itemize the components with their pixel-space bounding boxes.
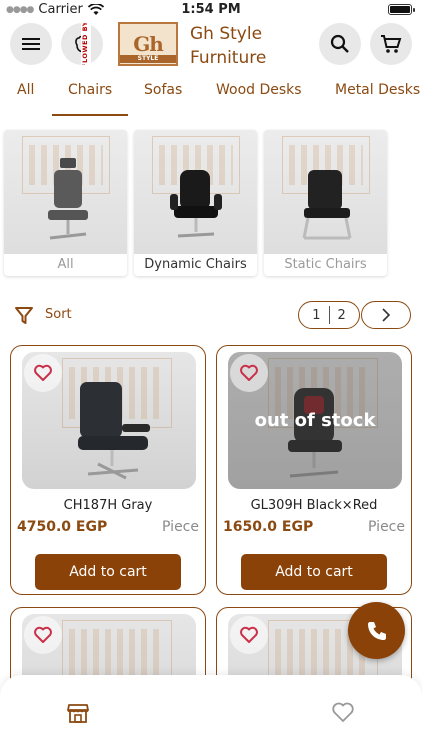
heart-icon bbox=[240, 626, 258, 643]
heart-icon bbox=[34, 626, 52, 643]
total-pages: 2 bbox=[337, 307, 346, 323]
page-divider bbox=[328, 306, 330, 324]
menu-icon bbox=[22, 38, 40, 50]
product-image bbox=[22, 352, 196, 489]
favorite-button[interactable] bbox=[24, 616, 62, 654]
tab-sofas[interactable]: Sofas bbox=[144, 82, 182, 98]
subcategory-image bbox=[134, 130, 257, 254]
office-chair-image bbox=[302, 170, 352, 240]
tab-all[interactable]: All bbox=[17, 82, 34, 98]
active-tab-indicator bbox=[52, 114, 128, 116]
product-card[interactable]: out of stock GL309H Black×Red 1650.0 EGP… bbox=[216, 345, 412, 595]
tab-wood-desks[interactable]: Wood Desks bbox=[216, 82, 302, 98]
cart-button[interactable] bbox=[370, 23, 412, 65]
next-page-button[interactable] bbox=[361, 301, 411, 329]
favorite-button[interactable] bbox=[230, 616, 268, 654]
subcategory-label: All bbox=[4, 254, 127, 276]
logo-text: Gh bbox=[133, 32, 164, 56]
search-icon bbox=[330, 34, 349, 53]
chevron-right-icon bbox=[382, 308, 391, 322]
battery-icon bbox=[388, 4, 415, 15]
subcategory-dynamic-chairs[interactable]: Dynamic Chairs bbox=[134, 130, 257, 276]
favorite-button[interactable] bbox=[230, 354, 268, 392]
heart-icon bbox=[34, 364, 52, 381]
brand-line-2: Furniture bbox=[190, 48, 267, 68]
add-to-cart-button[interactable]: Add to cart bbox=[35, 554, 181, 590]
current-page: 1 bbox=[312, 307, 321, 323]
brand-title: Gh Style Furniture bbox=[190, 22, 266, 70]
bottom-nav-bar bbox=[0, 675, 422, 750]
ribbon-badge: FLOWED BY bbox=[81, 23, 91, 65]
page-indicator[interactable]: 1 2 bbox=[298, 301, 360, 329]
heart-icon bbox=[240, 364, 258, 381]
subcategory-static-chairs[interactable]: Static Chairs bbox=[264, 130, 387, 276]
status-time: 1:54 PM bbox=[181, 2, 241, 17]
store-icon[interactable] bbox=[66, 701, 90, 725]
heart-icon[interactable] bbox=[331, 701, 355, 723]
product-price: 4750.0 EGP bbox=[17, 519, 108, 535]
cart-icon bbox=[381, 35, 402, 53]
menu-button[interactable] bbox=[10, 23, 52, 65]
product-image: out of stock bbox=[228, 352, 402, 489]
product-unit: Piece bbox=[368, 519, 405, 535]
app-header: FLOWED BY Gh STYLE Gh Style Furniture bbox=[0, 22, 422, 68]
subcategory-all[interactable]: All bbox=[4, 130, 127, 276]
filter-icon[interactable] bbox=[14, 306, 34, 326]
favorite-button[interactable] bbox=[24, 354, 62, 392]
brand-line-1: Gh Style bbox=[190, 24, 263, 44]
office-chair-image bbox=[48, 158, 88, 240]
product-price: 1650.0 EGP bbox=[223, 519, 314, 535]
office-chair-image bbox=[170, 170, 222, 238]
call-button[interactable] bbox=[348, 602, 405, 659]
subcategory-label: Dynamic Chairs bbox=[134, 254, 257, 276]
product-name: GL309H Black×Red bbox=[250, 498, 378, 513]
subcategory-label: Static Chairs bbox=[264, 254, 387, 276]
category-tabs: All Chairs Sofas Wood Desks Metal Desks bbox=[0, 78, 422, 118]
sort-row: Sort 1 2 bbox=[0, 300, 422, 332]
status-bar: ●●●● Carrier 1:54 PM bbox=[0, 0, 422, 20]
tab-chairs[interactable]: Chairs bbox=[68, 82, 112, 98]
logo-subtext: STYLE bbox=[120, 55, 176, 63]
greeting-button[interactable]: FLOWED BY bbox=[61, 23, 103, 65]
add-to-cart-button[interactable]: Add to cart bbox=[241, 554, 387, 590]
search-button[interactable] bbox=[319, 23, 361, 65]
product-unit: Piece bbox=[162, 519, 199, 535]
subcategory-image bbox=[264, 130, 387, 254]
phone-icon bbox=[367, 621, 386, 640]
tab-metal-desks[interactable]: Metal Desks bbox=[335, 82, 420, 98]
product-name: CH187H Gray bbox=[63, 498, 153, 513]
product-card[interactable]: CH187H Gray 4750.0 EGP Piece Add to cart bbox=[10, 345, 206, 595]
subcategory-image bbox=[4, 130, 127, 254]
sort-button[interactable]: Sort bbox=[45, 307, 72, 322]
brand-logo: Gh STYLE bbox=[118, 22, 178, 66]
